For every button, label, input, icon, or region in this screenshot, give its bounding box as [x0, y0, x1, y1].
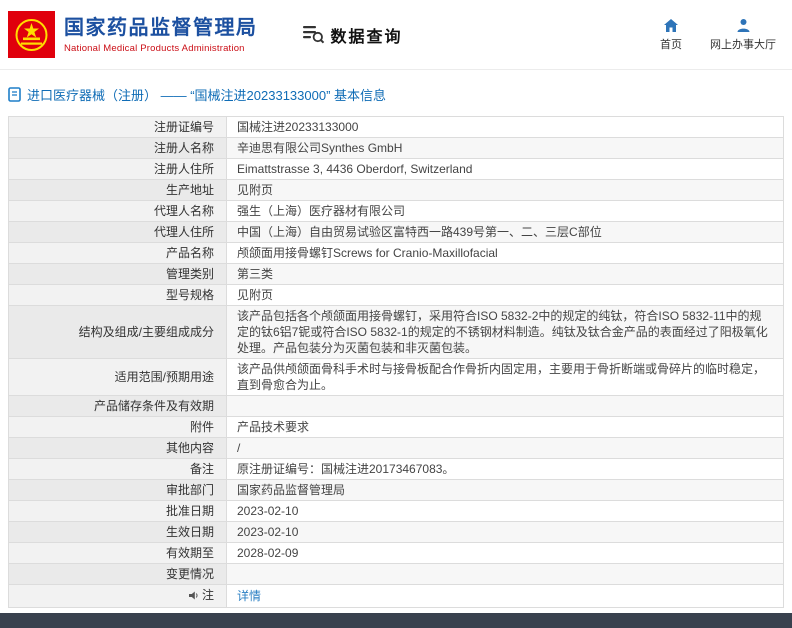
footer-bar [0, 613, 792, 628]
row-value [226, 395, 784, 417]
row-value: 见附页 [226, 284, 784, 306]
nav-item-service-hall[interactable]: 网上办事大厅 [710, 18, 776, 52]
row-value: 中国（上海）自由贸易试验区富特西一路439号第一、二、三层C部位 [226, 221, 784, 243]
table-row: 代理人名称 强生（上海）医疗器材有限公司 [8, 200, 784, 222]
row-label: 生产地址 [8, 179, 227, 201]
table-row: 产品储存条件及有效期 [8, 395, 784, 417]
row-label: 注册人名称 [8, 137, 227, 159]
table-row: 附件 产品技术要求 [8, 416, 784, 438]
row-label: 附件 [8, 416, 227, 438]
nav-home-label: 首页 [660, 38, 682, 51]
table-row: 注册人名称 辛迪思有限公司Synthes GmbH [8, 137, 784, 159]
row-value: 产品技术要求 [226, 416, 784, 438]
note-icon [188, 590, 199, 601]
row-label: 备注 [8, 458, 227, 480]
row-label: 注册证编号 [8, 116, 227, 138]
row-value: 2028-02-09 [226, 542, 784, 564]
row-value [226, 563, 784, 585]
row-label: 变更情况 [8, 563, 227, 585]
home-icon [663, 18, 679, 33]
row-value: 强生（上海）医疗器材有限公司 [226, 200, 784, 222]
table-row: 产品名称 颅颌面用接骨螺钉Screws for Cranio-Maxillofa… [8, 242, 784, 264]
row-value: 国家药品监督管理局 [226, 479, 784, 501]
table-row: 有效期至 2028-02-09 [8, 542, 784, 564]
table-row: 注册证编号 国械注进20233133000 [8, 116, 784, 138]
row-value: 2023-02-10 [226, 500, 784, 522]
data-query-module[interactable]: 数据查询 [302, 23, 403, 47]
table-row: 生效日期 2023-02-10 [8, 521, 784, 543]
registration-info-table: 注册证编号 国械注进20233133000 注册人名称 辛迪思有限公司Synth… [8, 116, 784, 608]
row-value: 详情 [226, 584, 784, 608]
row-label: 批准日期 [8, 500, 227, 522]
row-label: 生效日期 [8, 521, 227, 543]
row-value: 国械注进20233133000 [226, 116, 784, 138]
table-row: 管理类别 第三类 [8, 263, 784, 285]
national-emblem-icon [8, 11, 55, 58]
row-value: 原注册证编号：国械注进20173467083。 [226, 458, 784, 480]
table-row-note: 注 详情 [8, 584, 784, 608]
row-value: Eimattstrasse 3, 4436 Oberdorf, Switzerl… [226, 158, 784, 180]
detail-link[interactable]: 详情 [237, 589, 261, 603]
row-label: 代理人名称 [8, 200, 227, 222]
page-header: 国家药品监督管理局 National Medical Products Admi… [0, 0, 792, 70]
nav-item-home[interactable]: 首页 [660, 18, 682, 52]
row-label: 产品储存条件及有效期 [8, 395, 227, 417]
page-title: 进口医疗器械（注册） —— “国械注进20233133000” 基本信息 [27, 88, 387, 103]
row-label: 注册人住所 [8, 158, 227, 180]
row-value: 2023-02-10 [226, 521, 784, 543]
table-row: 其他内容 / [8, 437, 784, 459]
row-value: 该产品包括各个颅颌面用接骨螺钉，采用符合ISO 5832-2中的规定的纯钛，符合… [226, 305, 784, 359]
row-value: / [226, 437, 784, 459]
row-label: 注 [8, 584, 227, 608]
row-label: 型号规格 [8, 284, 227, 306]
table-row: 审批部门 国家药品监督管理局 [8, 479, 784, 501]
row-value: 第三类 [226, 263, 784, 285]
table-row: 备注 原注册证编号：国械注进20173467083。 [8, 458, 784, 480]
row-value: 颅颌面用接骨螺钉Screws for Cranio-Maxillofacial [226, 242, 784, 264]
table-row: 适用范围/预期用途 该产品供颅颌面骨科手术时与接骨板配合作骨折内固定用，主要用于… [8, 358, 784, 396]
person-icon [736, 18, 751, 33]
row-label: 管理类别 [8, 263, 227, 285]
row-label: 产品名称 [8, 242, 227, 264]
data-query-label: 数据查询 [330, 28, 403, 46]
table-row: 批准日期 2023-02-10 [8, 500, 784, 522]
row-value: 该产品供颅颌面骨科手术时与接骨板配合作骨折内固定用，主要用于骨折断端或骨碎片的临… [226, 358, 784, 396]
table-row: 注册人住所 Eimattstrasse 3, 4436 Oberdorf, Sw… [8, 158, 784, 180]
row-label: 其他内容 [8, 437, 227, 459]
table-row: 型号规格 见附页 [8, 284, 784, 306]
data-query-icon [302, 24, 325, 45]
note-label: 注 [201, 588, 214, 602]
table-row: 变更情况 [8, 563, 784, 585]
agency-name-en: National Medical Products Administration [64, 42, 245, 54]
row-value: 辛迪思有限公司Synthes GmbH [226, 137, 784, 159]
table-row: 生产地址 见附页 [8, 179, 784, 201]
agency-name-cn: 国家药品监督管理局 [64, 16, 258, 39]
table-row: 代理人住所 中国（上海）自由贸易试验区富特西一路439号第一、二、三层C部位 [8, 221, 784, 243]
row-label: 结构及组成/主要组成成分 [8, 305, 227, 359]
table-row: 结构及组成/主要组成成分 该产品包括各个颅颌面用接骨螺钉，采用符合ISO 583… [8, 305, 784, 359]
agency-name-block: 国家药品监督管理局 National Medical Products Admi… [64, 16, 258, 54]
nav-service-hall-label: 网上办事大厅 [710, 38, 776, 51]
document-icon [8, 87, 21, 102]
row-label: 代理人住所 [8, 221, 227, 243]
row-label: 适用范围/预期用途 [8, 358, 227, 396]
top-nav: 首页 网上办事大厅 [660, 18, 776, 52]
breadcrumb: 进口医疗器械（注册） —— “国械注进20233133000” 基本信息 [0, 70, 792, 116]
row-label: 审批部门 [8, 479, 227, 501]
agency-brand: 国家药品监督管理局 National Medical Products Admi… [8, 11, 258, 58]
row-value: 见附页 [226, 179, 784, 201]
row-label: 有效期至 [8, 542, 227, 564]
